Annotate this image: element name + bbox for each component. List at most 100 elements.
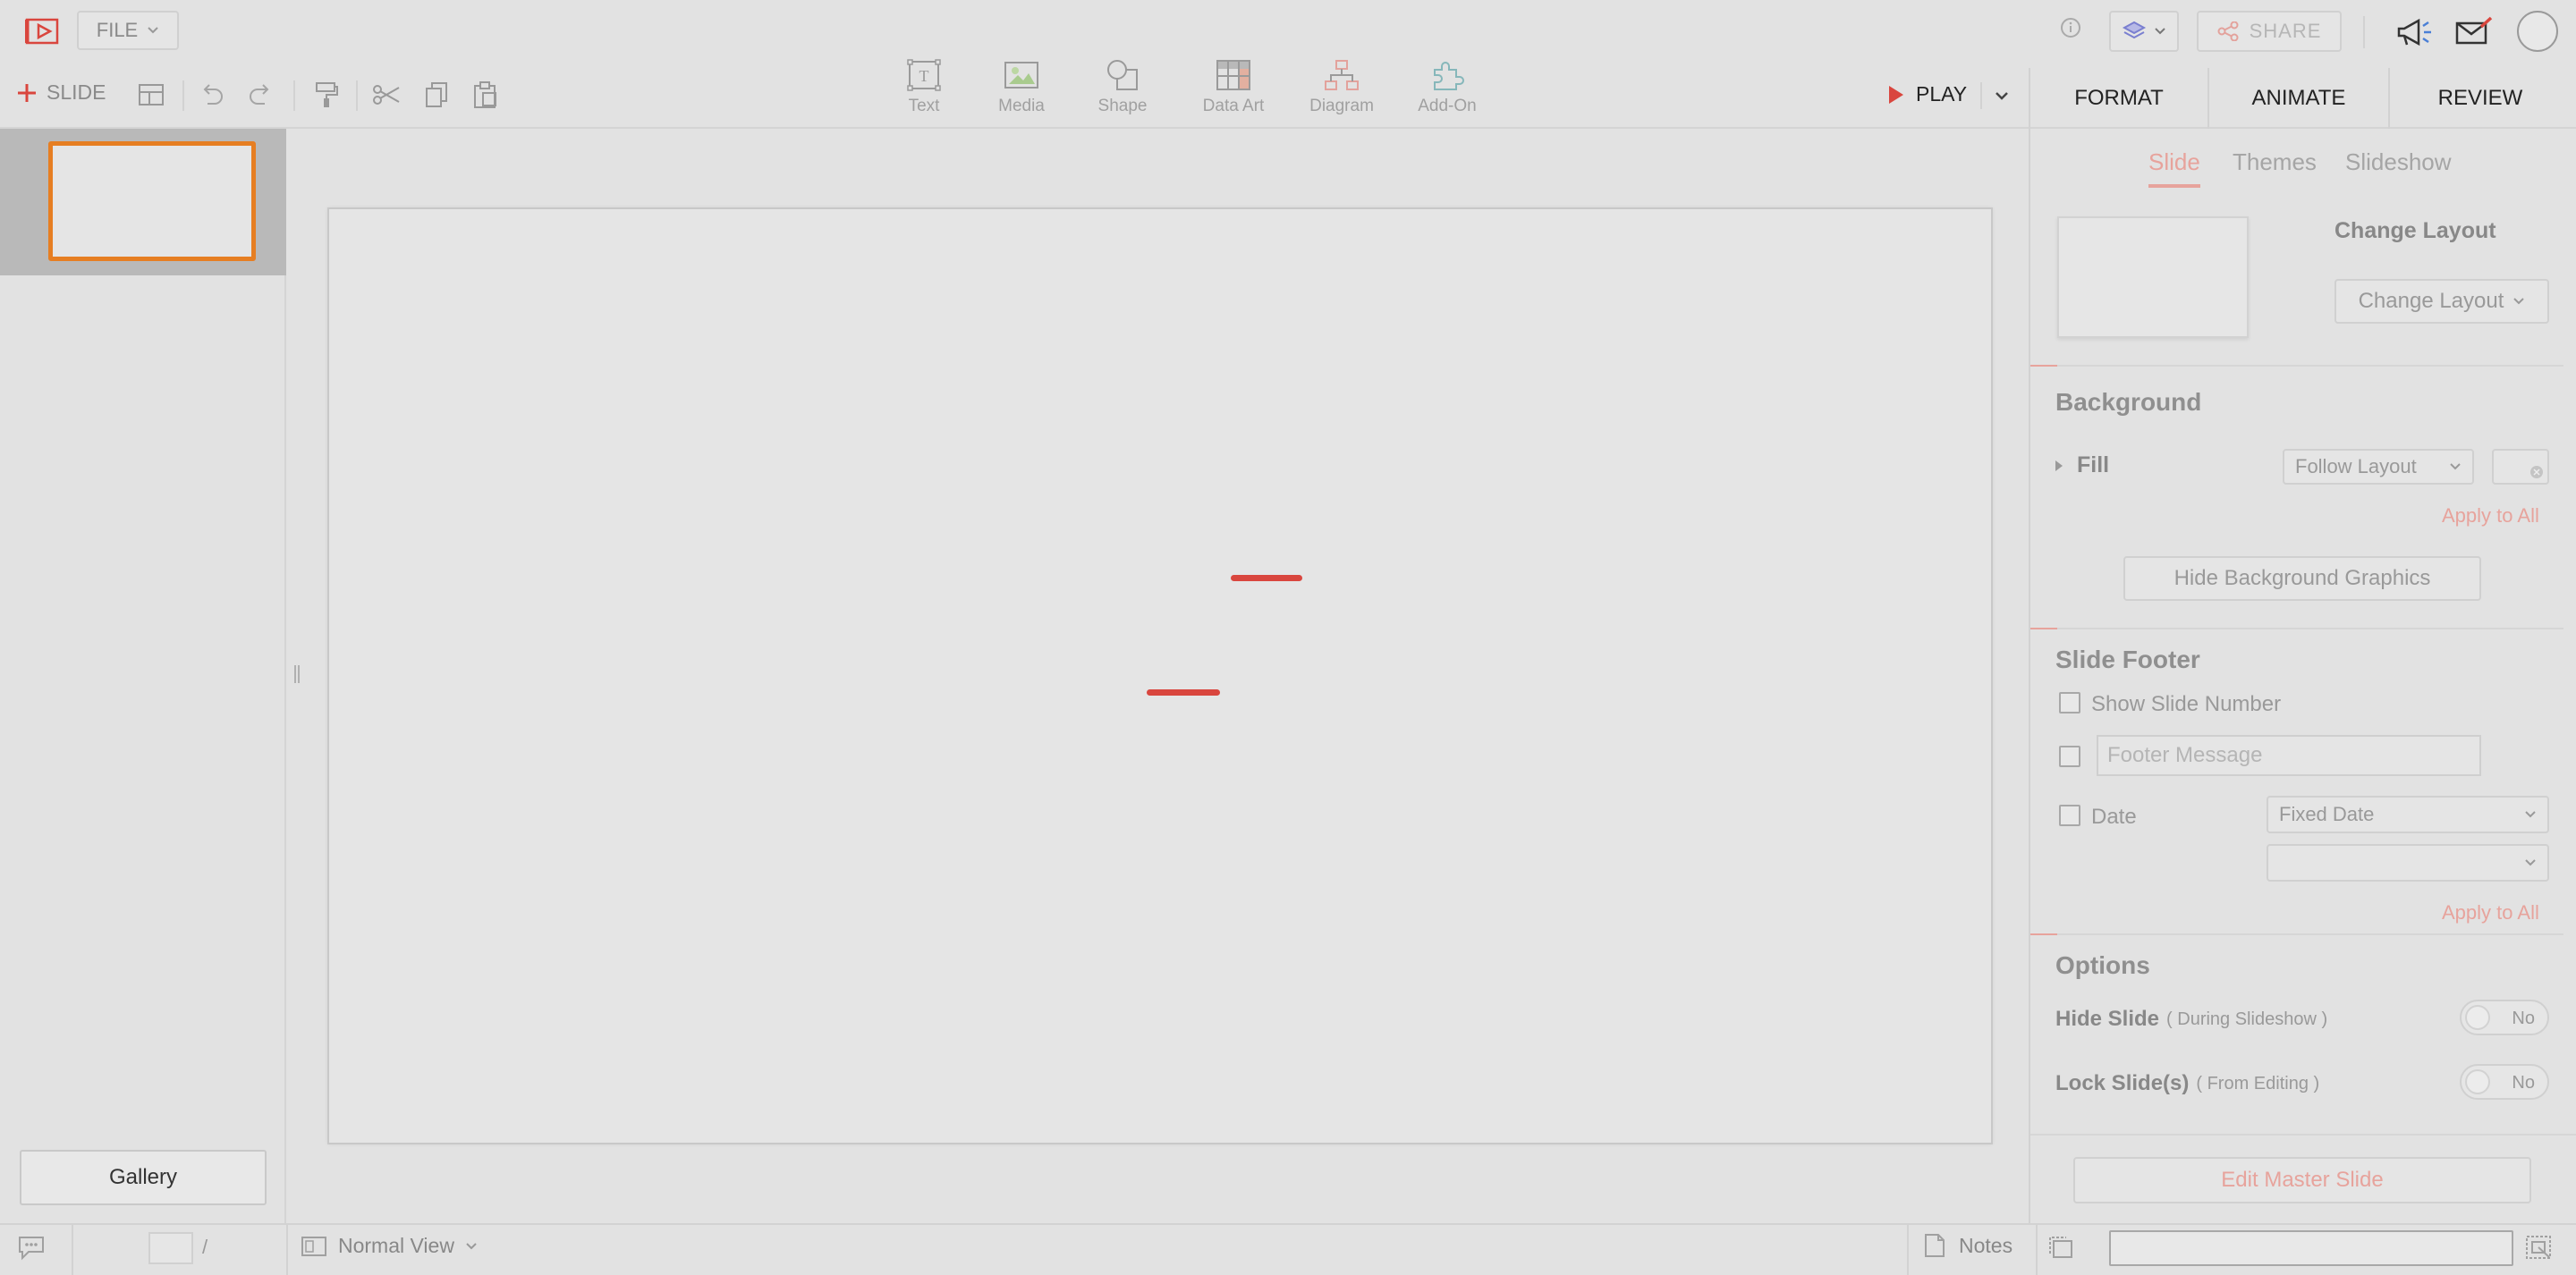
fill-expander[interactable]: Fill <box>2054 452 2109 478</box>
view-mode-dropdown[interactable]: Normal View <box>301 1234 478 1258</box>
chevron-down-icon <box>147 26 159 35</box>
fill-label: Fill <box>2077 452 2110 477</box>
new-slide-button[interactable]: SLIDE <box>16 80 106 105</box>
fit-to-window-icon[interactable] <box>2524 1234 2553 1261</box>
chevron-down-icon <box>2524 810 2537 819</box>
status-divider <box>2036 1225 2038 1275</box>
comments-icon[interactable] <box>16 1234 48 1261</box>
status-divider <box>286 1225 288 1275</box>
diagram-icon <box>1324 59 1360 91</box>
footer-apply-all-link[interactable]: Apply to All <box>2442 901 2539 925</box>
tab-animate-label: ANIMATE <box>2251 86 2346 110</box>
share-button[interactable]: SHARE <box>2197 11 2342 52</box>
tab-format[interactable]: FORMAT <box>2030 68 2209 129</box>
undo-icon[interactable] <box>199 82 225 107</box>
share-icon <box>2217 21 2239 41</box>
insert-shape-label: Shape <box>1097 97 1148 115</box>
toolbar-divider <box>356 80 358 111</box>
chevron-down-icon <box>2154 27 2166 36</box>
insert-add-on-button[interactable]: Add-On <box>1398 54 1496 116</box>
status-divider <box>1907 1225 1909 1275</box>
subtab-themes[interactable]: Themes <box>2233 148 2317 176</box>
loading-indicator-bar <box>1231 575 1302 581</box>
text-icon: T <box>906 59 942 91</box>
gallery-button[interactable]: Gallery <box>20 1150 267 1205</box>
user-avatar[interactable] <box>2517 11 2558 52</box>
date-type-value: Fixed Date <box>2279 803 2375 825</box>
subtab-slideshow-label: Slideshow <box>2345 148 2452 175</box>
insert-text-button[interactable]: T Text <box>875 54 973 116</box>
insert-media-button[interactable]: Media <box>972 54 1071 116</box>
layers-dropdown-button[interactable] <box>2109 11 2179 52</box>
date-format-select[interactable] <box>2267 844 2549 882</box>
section-divider <box>2030 933 2563 935</box>
cut-icon[interactable] <box>372 82 401 107</box>
zoom-slider[interactable] <box>2109 1230 2513 1266</box>
paste-icon[interactable] <box>472 80 499 109</box>
insert-text-label: Text <box>908 97 940 115</box>
options-heading: Options <box>2055 951 2150 979</box>
insert-data-art-button[interactable]: Data Art <box>1184 54 1283 116</box>
chevron-down-icon <box>2449 462 2462 471</box>
format-painter-icon[interactable] <box>313 80 340 109</box>
hide-slide-note: ( During Slideshow ) <box>2166 1009 2328 1029</box>
announcements-icon[interactable] <box>2395 16 2435 48</box>
shape-icon <box>1105 59 1140 91</box>
app-logo-icon[interactable] <box>25 16 61 46</box>
play-icon <box>1887 84 1905 106</box>
gallery-label: Gallery <box>108 1165 178 1189</box>
toolbar-divider <box>293 80 295 111</box>
file-menu-button[interactable]: FILE <box>77 11 179 50</box>
notes-toggle[interactable]: Notes <box>1923 1232 2012 1259</box>
tab-review[interactable]: REVIEW <box>2390 68 2571 129</box>
chevron-down-icon <box>2524 858 2537 867</box>
svg-text:T: T <box>919 67 929 85</box>
notes-icon <box>1923 1232 1946 1259</box>
insert-shape-button[interactable]: Shape <box>1073 54 1172 116</box>
layout-icon[interactable] <box>138 83 165 106</box>
layout-preview[interactable] <box>2057 216 2249 338</box>
date-checkbox[interactable] <box>2059 805 2080 826</box>
play-button[interactable]: PLAY <box>1887 82 1967 106</box>
tab-format-label: FORMAT <box>2074 86 2164 110</box>
info-icon[interactable] <box>2060 17 2081 38</box>
footer-message-checkbox[interactable] <box>2059 746 2080 767</box>
show-slide-number-checkbox[interactable] <box>2059 692 2080 713</box>
hide-slide-row: Hide Slide ( During Slideshow ) <box>2055 1007 2327 1032</box>
insert-diagram-button[interactable]: Diagram <box>1292 54 1391 116</box>
triangle-right-icon <box>2054 459 2064 473</box>
insert-data-art-label: Data Art <box>1202 97 1265 115</box>
play-options-chevron-icon[interactable] <box>1995 91 2009 102</box>
data-art-icon <box>1216 59 1251 91</box>
panel-resize-handle[interactable] <box>294 665 300 683</box>
hide-background-graphics-button[interactable]: Hide Background Graphics <box>2123 556 2481 601</box>
fill-color-swatch[interactable] <box>2492 449 2549 485</box>
hide-slide-toggle[interactable]: No <box>2460 1000 2549 1035</box>
edit-master-slide-button[interactable]: Edit Master Slide <box>2073 1157 2531 1203</box>
page-number-input[interactable] <box>148 1232 193 1264</box>
options-divider <box>2030 1134 2576 1136</box>
redo-icon[interactable] <box>247 82 274 107</box>
background-apply-all-link[interactable]: Apply to All <box>2442 504 2539 528</box>
slide-canvas[interactable] <box>327 207 1993 1144</box>
subtab-slide[interactable]: Slide <box>2148 148 2200 188</box>
lock-slide-toggle[interactable]: No <box>2460 1064 2549 1100</box>
copy-icon[interactable] <box>424 80 451 109</box>
subtab-slideshow[interactable]: Slideshow <box>2345 148 2452 176</box>
add-on-icon <box>1429 59 1465 91</box>
slide-thumbnail-panel <box>0 129 286 1223</box>
normal-view-icon <box>301 1236 327 1257</box>
slide-sorter-icon[interactable] <box>2046 1234 2075 1261</box>
change-layout-button[interactable]: Change Layout <box>2334 279 2549 324</box>
fill-select[interactable]: Follow Layout <box>2283 449 2474 485</box>
footer-message-placeholder: Footer Message <box>2107 743 2263 767</box>
footer-message-input[interactable]: Footer Message <box>2097 735 2481 776</box>
slide-thumbnail[interactable] <box>48 141 256 261</box>
page-separator: / <box>202 1236 208 1258</box>
feedback-mail-icon[interactable] <box>2454 16 2494 48</box>
section-divider <box>2030 628 2563 629</box>
date-type-select[interactable]: Fixed Date <box>2267 796 2549 833</box>
tab-animate[interactable]: ANIMATE <box>2209 68 2390 129</box>
status-divider <box>72 1225 73 1275</box>
toggle-knob <box>2465 1005 2490 1030</box>
